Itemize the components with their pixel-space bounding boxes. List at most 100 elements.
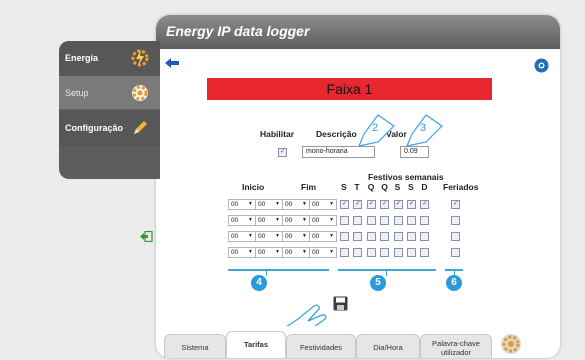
day-checkbox[interactable]: ✓ [380, 200, 390, 209]
end-m-select[interactable]: 00 ▼ [309, 231, 337, 242]
marker-line-5 [386, 269, 387, 276]
settings-gear-icon[interactable] [500, 333, 522, 355]
start-m-select[interactable]: 00 ▼ [255, 247, 283, 258]
holiday-checkbox[interactable] [451, 248, 460, 257]
day-header: T [354, 182, 360, 192]
end-m-select[interactable]: 00 ▼ [309, 247, 337, 258]
day-header: D [421, 182, 428, 192]
dropdown-arrow-icon: ▼ [248, 233, 253, 239]
holidays-label: Feriados [443, 182, 479, 192]
enable-label: Habilitar [260, 129, 295, 139]
day-checkbox[interactable] [393, 232, 403, 241]
day-checkbox[interactable]: ✓ [353, 200, 363, 209]
bolt-gear-icon [130, 48, 150, 68]
dropdown-arrow-icon: ▼ [275, 201, 280, 207]
sidebar-item-energia[interactable]: Energia [59, 41, 160, 76]
help-icon[interactable] [534, 58, 549, 73]
day-checkbox[interactable] [420, 216, 430, 225]
day-checkbox[interactable] [366, 248, 376, 257]
dropdown-arrow-icon: ▼ [329, 249, 334, 255]
day-checkbox[interactable] [340, 216, 349, 225]
tab-bar: Sistema Tarifas Festividades Dia/Hora Pa… [156, 326, 560, 358]
day-checkbox[interactable]: ✓ [366, 200, 376, 209]
day-checkbox[interactable] [393, 248, 403, 257]
start-h-select[interactable]: 00 ▼ [228, 231, 256, 242]
start-label: Inicio [242, 182, 265, 192]
holiday-checkbox[interactable]: ✓ [451, 200, 460, 209]
day-header: S [394, 182, 401, 192]
start-m-select[interactable]: 00 ▼ [255, 215, 283, 226]
end-m-select[interactable]: 00 ▼ [309, 199, 337, 210]
day-checkbox[interactable]: ✓ [407, 200, 416, 209]
end-h-select[interactable]: 00 ▼ [282, 247, 310, 258]
end-m-select[interactable]: 00 ▼ [309, 215, 337, 226]
exit-icon[interactable] [140, 229, 153, 243]
save-icon[interactable] [333, 296, 348, 311]
dropdown-arrow-icon: ▼ [329, 233, 334, 239]
day-checkbox[interactable] [366, 232, 376, 241]
dropdown-arrow-icon: ▼ [302, 217, 307, 223]
holiday-checkbox[interactable] [451, 232, 460, 241]
tab-palavra-chave[interactable]: Palavra-chave utilizador [420, 334, 492, 358]
tab-festividades[interactable]: Festividades [286, 334, 356, 358]
day-checkbox[interactable] [393, 216, 403, 225]
day-checkbox[interactable] [380, 248, 390, 257]
day-checkbox[interactable] [353, 232, 363, 241]
holiday-checkbox[interactable] [451, 216, 460, 225]
dropdown-arrow-icon: ▼ [302, 201, 307, 207]
day-checkbox[interactable] [353, 248, 363, 257]
day-header: S [341, 182, 347, 192]
day-checkbox[interactable]: ✓ [393, 200, 403, 209]
day-checkbox[interactable]: ✓ [420, 200, 430, 209]
description-label: Descrição [316, 129, 357, 139]
day-checkbox[interactable] [407, 216, 416, 225]
start-h-select[interactable]: 00 ▼ [228, 215, 256, 226]
day-checkbox[interactable]: ✓ [340, 200, 349, 209]
end-label: Fim [301, 182, 317, 192]
day-header: Q [367, 182, 375, 192]
day-checkbox[interactable] [380, 232, 390, 241]
day-checkbox[interactable] [420, 232, 430, 241]
sidebar-item-configuracao[interactable]: Configuração [59, 111, 160, 146]
dropdown-arrow-icon: ▼ [275, 217, 280, 223]
dropdown-arrow-icon: ▼ [275, 233, 280, 239]
tab-tarifas[interactable]: Tarifas [226, 331, 286, 358]
app-title: Energy IP data logger [166, 23, 310, 39]
band-title: Faixa 1 [326, 81, 373, 97]
end-h-select[interactable]: 00 ▼ [282, 231, 310, 242]
day-checkbox[interactable] [366, 216, 376, 225]
day-checkbox[interactable] [340, 232, 349, 241]
callout-2: 2 [356, 112, 396, 148]
start-m-select[interactable]: 00 ▼ [255, 231, 283, 242]
tab-sistema[interactable]: Sistema [164, 334, 226, 358]
dropdown-arrow-icon: ▼ [275, 249, 280, 255]
band-header: Faixa 1 [207, 78, 492, 100]
end-h-select[interactable]: 00 ▼ [282, 215, 310, 226]
title-bar: Energy IP data logger [156, 15, 560, 49]
sidebar: Energia Setup Configuração [59, 41, 160, 179]
days-underline [338, 269, 436, 271]
time-range-underline [228, 269, 329, 271]
marker-5: 5 [370, 275, 386, 291]
day-header: S [408, 182, 414, 192]
callout-3: 3 [404, 112, 444, 148]
day-checkbox[interactable] [340, 248, 349, 257]
day-checkbox[interactable] [380, 216, 390, 225]
enable-checkbox[interactable]: ✓ [278, 148, 287, 157]
end-h-select[interactable]: 00 ▼ [282, 199, 310, 210]
day-checkbox[interactable] [353, 216, 363, 225]
back-arrow-icon[interactable] [165, 55, 179, 68]
dropdown-arrow-icon: ▼ [248, 201, 253, 207]
start-m-select[interactable]: 00 ▼ [255, 199, 283, 210]
festivos-label: Festivos semanais [368, 172, 444, 182]
day-checkbox[interactable] [407, 232, 416, 241]
start-h-select[interactable]: 00 ▼ [228, 199, 256, 210]
day-checkbox[interactable] [407, 248, 416, 257]
tab-dia-hora[interactable]: Dia/Hora [356, 334, 420, 358]
sidebar-item-setup[interactable]: Setup [59, 76, 160, 109]
start-h-select[interactable]: 00 ▼ [228, 247, 256, 258]
day-checkbox[interactable] [420, 248, 430, 257]
dropdown-arrow-icon: ▼ [248, 217, 253, 223]
gear-icon [130, 83, 150, 103]
dropdown-arrow-icon: ▼ [329, 217, 334, 223]
